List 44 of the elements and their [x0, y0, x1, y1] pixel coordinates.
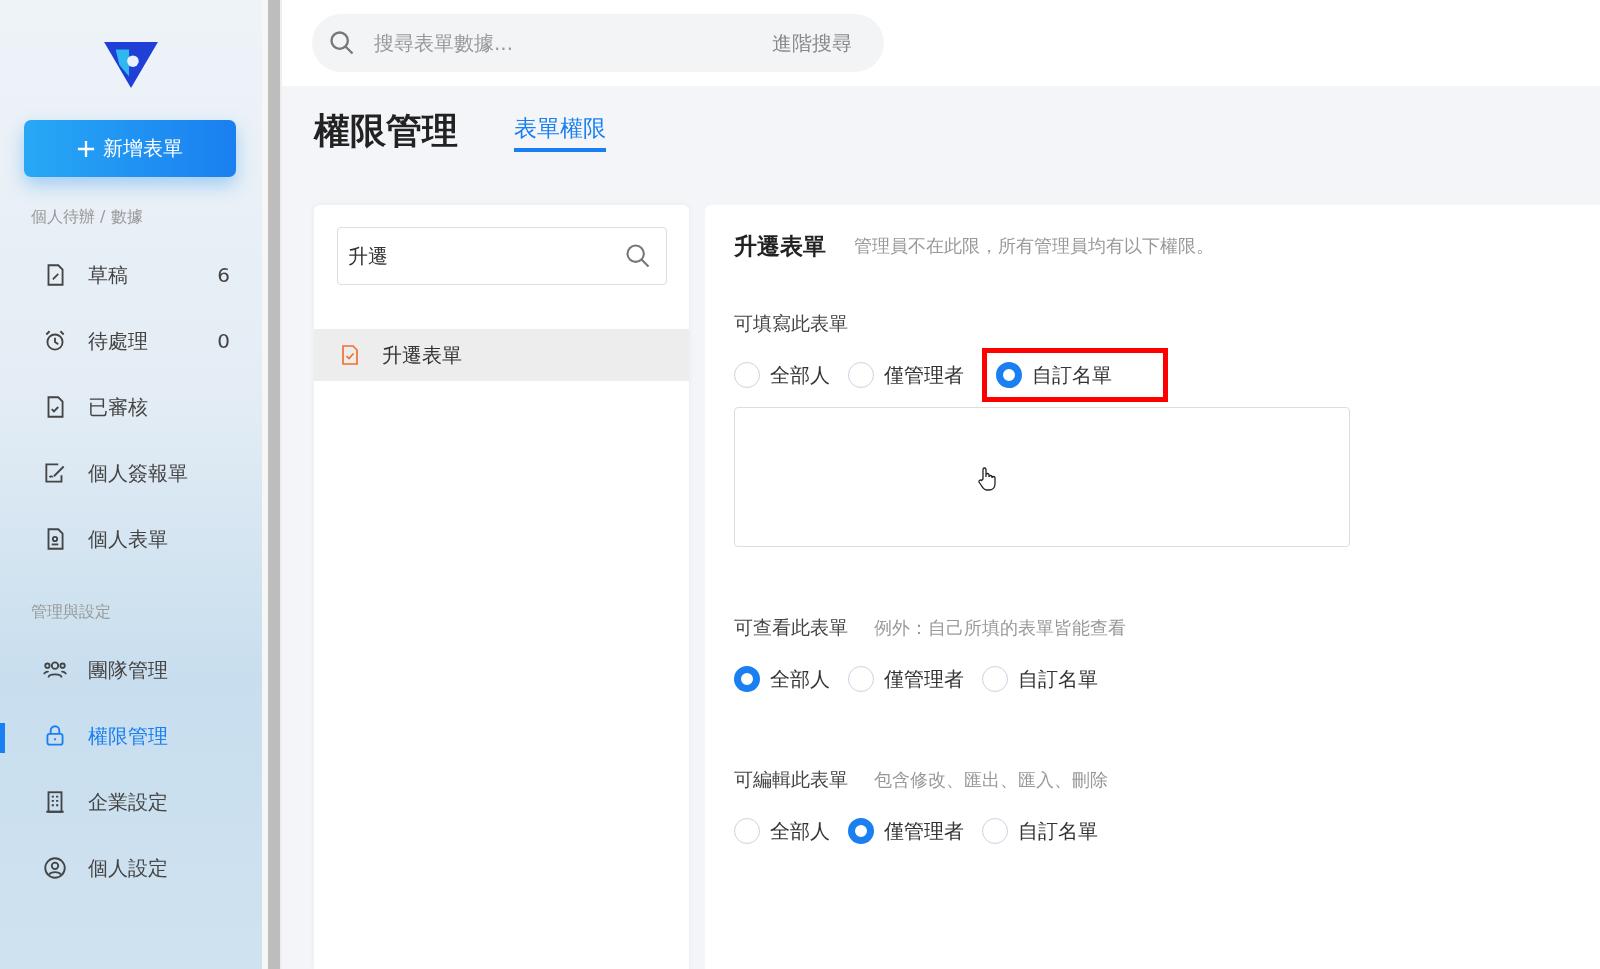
radio-button[interactable] [996, 362, 1022, 388]
radio-option[interactable]: 全部人 [734, 811, 834, 851]
form-search-field[interactable]: 升遷 [337, 227, 667, 285]
item-count: 6 [217, 263, 230, 287]
active-indicator [0, 723, 5, 753]
sidebar-item[interactable]: 個人表單 [0, 506, 262, 572]
form-list-item[interactable]: 升遷表單 [314, 329, 689, 381]
section-label: 可填寫此表單 [734, 311, 848, 336]
search-icon [624, 242, 652, 270]
sidebar-item[interactable]: 已審核 [0, 374, 262, 440]
radio-option[interactable]: 僅管理者 [848, 659, 968, 699]
plus-icon [77, 139, 95, 158]
sidebar-item[interactable]: 企業設定 [0, 769, 262, 835]
radio-option[interactable]: 自訂名單 [982, 348, 1168, 402]
section-note: 例外：自己所填的表單皆能查看 [874, 616, 1126, 640]
custom-list-box[interactable] [734, 407, 1350, 547]
radio-option[interactable]: 全部人 [734, 355, 834, 395]
section-note: 包含修改、匯出、匯入、刪除 [874, 768, 1108, 792]
sidebar-item[interactable]: 個人設定 [0, 835, 262, 901]
hand-cursor-icon [975, 466, 999, 492]
radio-option[interactable]: 僅管理者 [848, 355, 968, 395]
radio-option[interactable]: 自訂名單 [982, 811, 1102, 851]
section-label: 可查看此表單 [734, 615, 848, 640]
sidebar-section-heading: 管理與設定 [30, 602, 112, 623]
radio-button[interactable] [734, 666, 760, 692]
logo-icon [102, 40, 160, 90]
tab[interactable]: 表單權限 [514, 113, 606, 152]
radio-option[interactable]: 自訂名單 [982, 659, 1102, 699]
radio-option[interactable]: 僅管理者 [848, 811, 968, 851]
form-title: 升遷表單 [734, 231, 826, 261]
search-input[interactable]: 搜尋表單數據... [372, 30, 756, 56]
search-icon [328, 29, 356, 57]
user-circle-icon [42, 855, 68, 881]
section-label: 可編輯此表單 [734, 767, 848, 792]
radio-option[interactable]: 全部人 [734, 659, 834, 699]
page-title: 權限管理 [314, 109, 458, 153]
item-count: 0 [217, 329, 230, 353]
sidebar-item[interactable]: 團隊管理 [0, 637, 262, 703]
sidebar-section-heading: 個人待辦 / 數據 [30, 207, 144, 228]
sidebar-item[interactable]: 待處理 0 [0, 308, 262, 374]
radio-button[interactable] [848, 818, 874, 844]
note-text: 管理員不在此限，所有管理員均有以下權限。 [854, 234, 1214, 258]
sidebar-item[interactable]: 草稿 6 [0, 242, 262, 308]
sidebar-item[interactable]: 個人簽報單 [0, 440, 262, 506]
